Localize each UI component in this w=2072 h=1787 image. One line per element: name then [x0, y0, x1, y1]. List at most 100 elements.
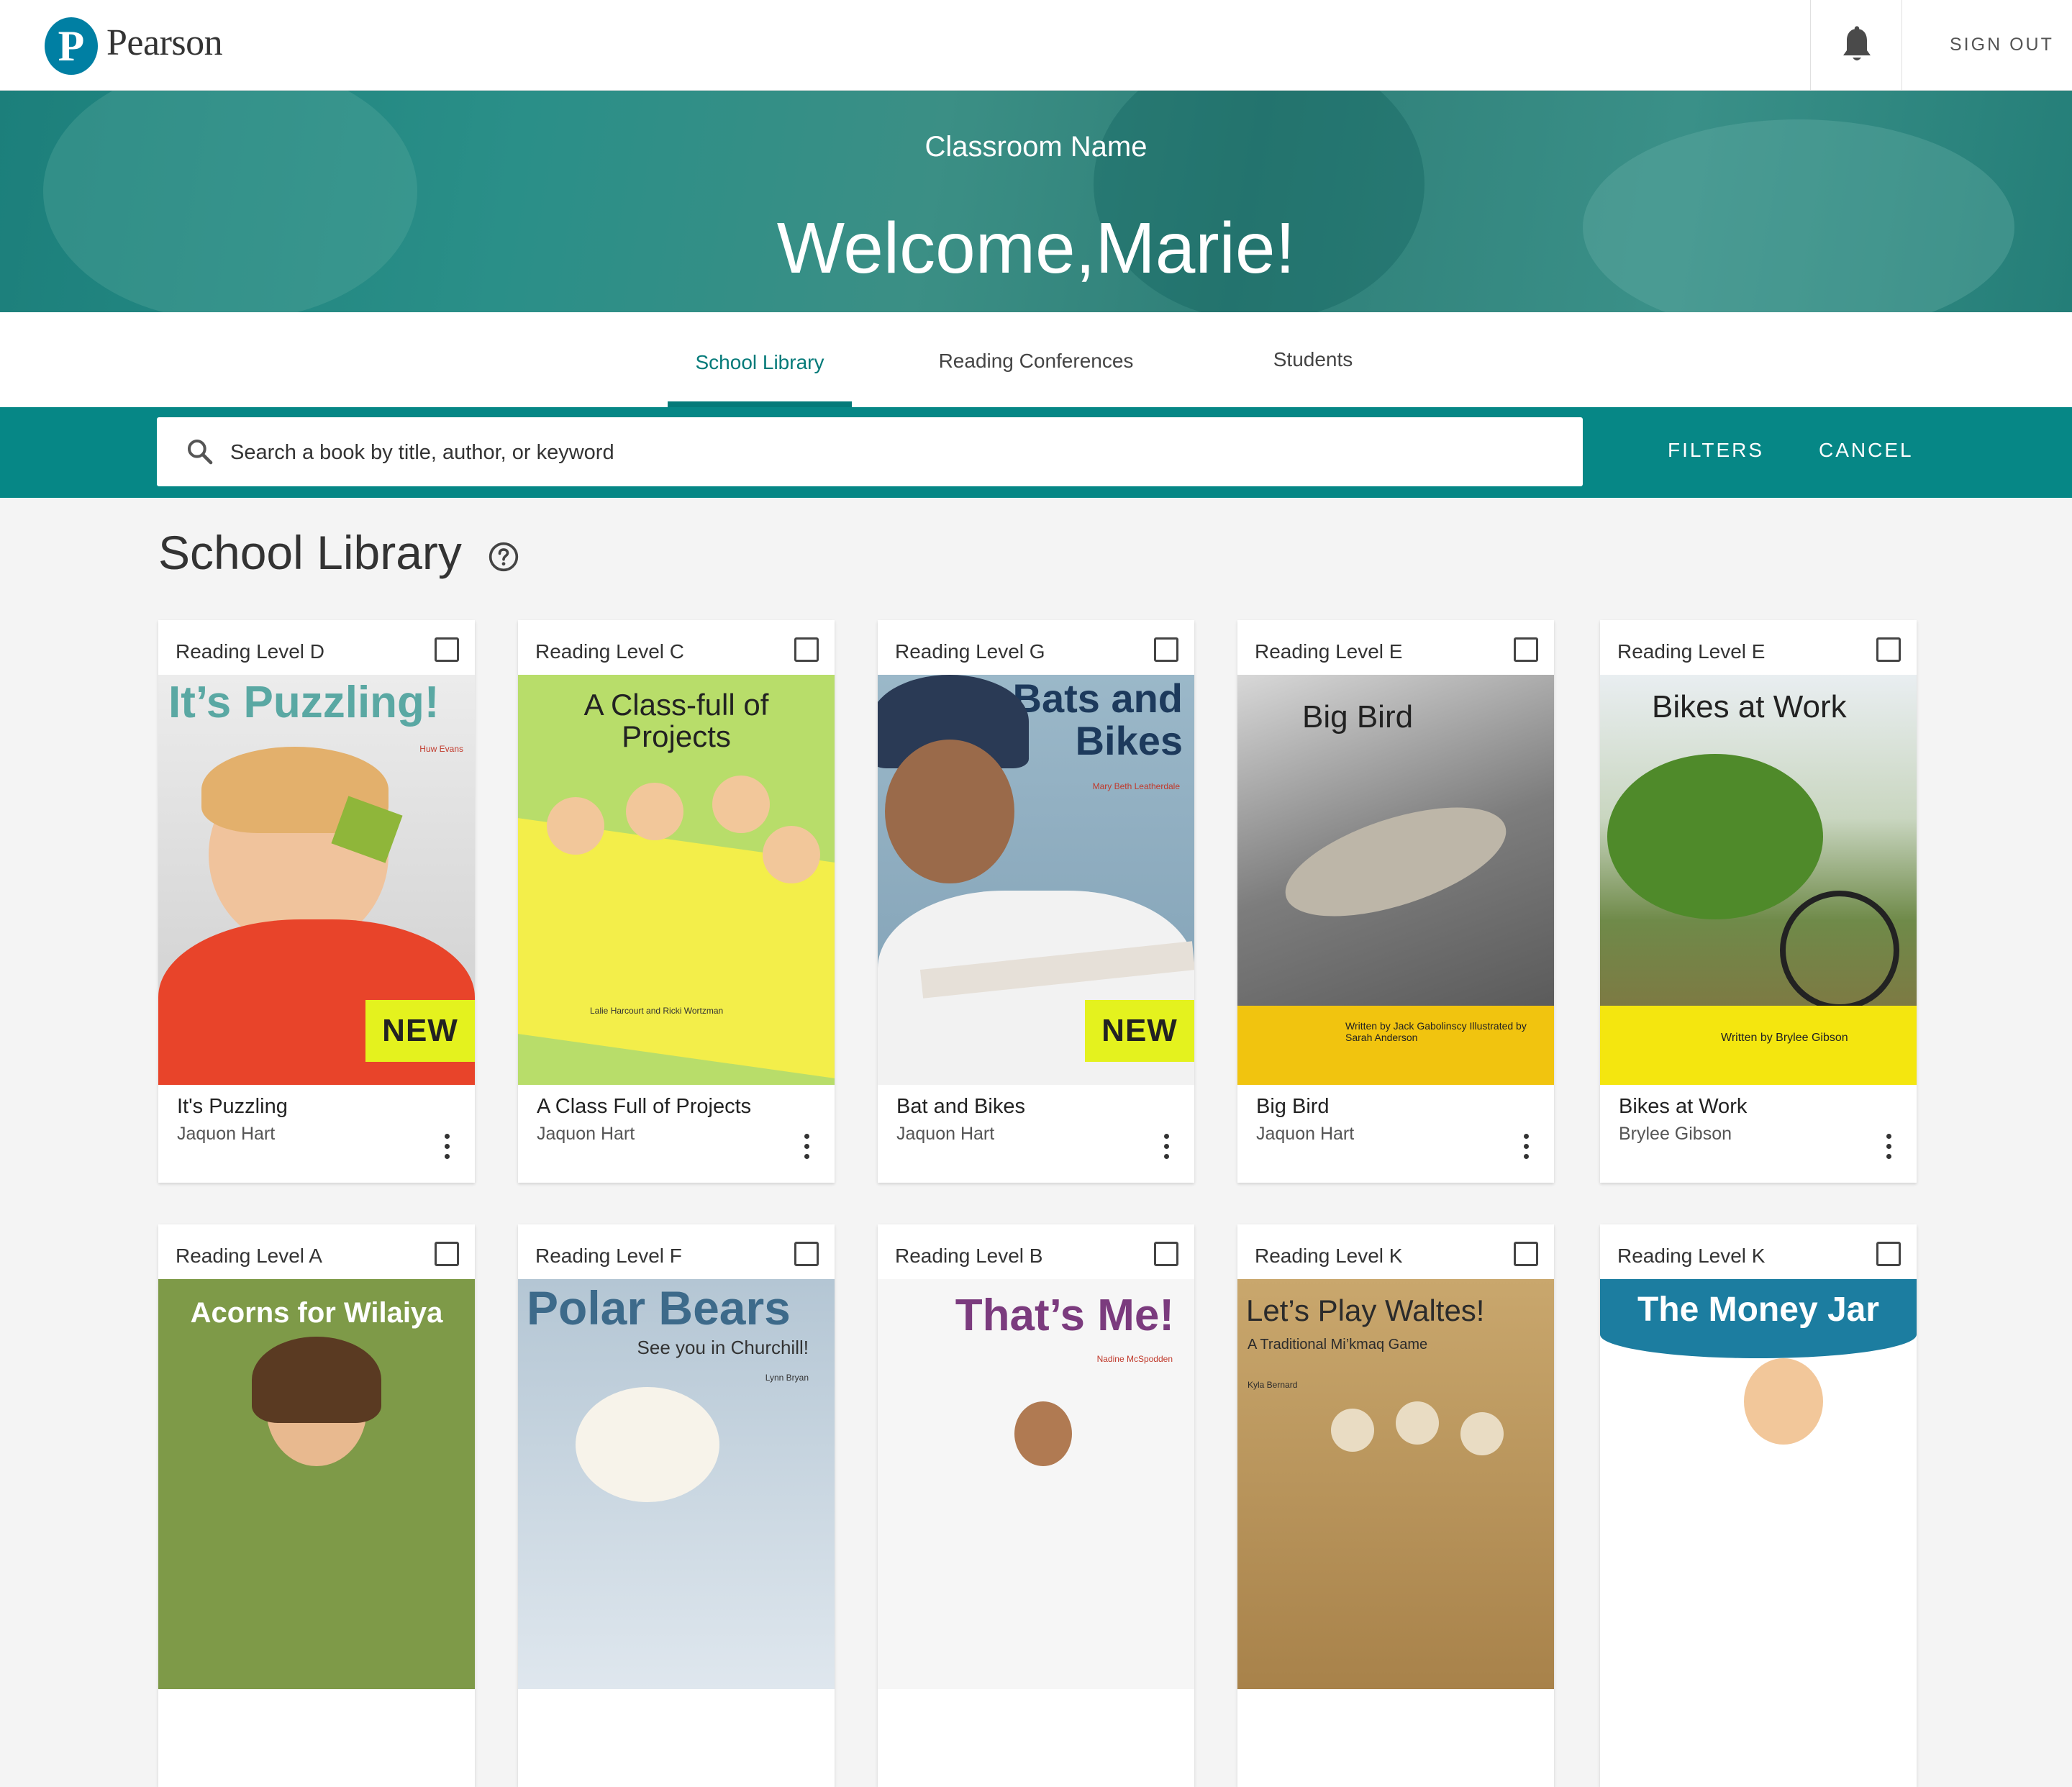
- tab-school-library[interactable]: School Library: [668, 351, 852, 374]
- cover-author: Written by Brylee Gibson: [1721, 1032, 1848, 1044]
- select-checkbox[interactable]: [794, 637, 819, 662]
- more-vert-icon[interactable]: [1886, 1134, 1892, 1163]
- boy-face-shape: [885, 740, 1014, 883]
- select-checkbox[interactable]: [1876, 1242, 1901, 1266]
- reading-level: Reading Level D: [176, 640, 325, 663]
- book-card[interactable]: Reading Level K The Money Jar: [1600, 1224, 1917, 1787]
- notifications-button[interactable]: [1810, 0, 1902, 91]
- hair-shape: [252, 1337, 381, 1423]
- cover-author: Nadine McSpodden: [1096, 1354, 1173, 1364]
- reading-level: Reading Level K: [1617, 1245, 1766, 1267]
- book-cover[interactable]: Polar Bears See you in Churchill! Lynn B…: [518, 1279, 835, 1689]
- book-card[interactable]: Reading Level E Big Bird Written by Jack…: [1237, 620, 1554, 1183]
- cover-author: Kyla Bernard: [1248, 1380, 1298, 1390]
- more-vert-icon[interactable]: [804, 1134, 810, 1163]
- cover-title: A Class-full of Projects: [583, 688, 769, 754]
- book-author: Jaquon Hart: [537, 1124, 635, 1144]
- book-cover[interactable]: That’s Me! Nadine McSpodden: [878, 1279, 1194, 1689]
- more-vert-icon[interactable]: [1164, 1134, 1170, 1163]
- bicycle-wheel-shape: [1780, 891, 1899, 1010]
- more-vert-icon[interactable]: [1524, 1134, 1530, 1163]
- book-cover[interactable]: Bikes at Work Written by Brylee Gibson: [1600, 675, 1917, 1085]
- book-author: Jaquon Hart: [1256, 1124, 1355, 1144]
- filters-button[interactable]: FILTERS: [1668, 439, 1764, 462]
- book-title: It's Puzzling: [177, 1095, 288, 1118]
- cover-title: Let’s Play Waltes!: [1246, 1293, 1485, 1327]
- new-badge: NEW: [365, 1000, 475, 1062]
- pearson-logo-icon[interactable]: P: [45, 17, 98, 75]
- select-checkbox[interactable]: [1514, 637, 1538, 662]
- cover-author: Lynn Bryan: [765, 1373, 809, 1383]
- book-title: A Class Full of Projects: [537, 1095, 752, 1118]
- reading-level: Reading Level A: [176, 1245, 322, 1267]
- kid-face-shape: [712, 776, 770, 833]
- welcome-banner: Classroom Name Welcome,Marie!: [0, 91, 2072, 312]
- cover-title: Polar Bears: [527, 1281, 791, 1334]
- brand-name[interactable]: Pearson: [106, 22, 223, 64]
- book-title: Bat and Bikes: [896, 1095, 1025, 1118]
- book-title: Bikes at Work: [1619, 1095, 1748, 1118]
- cover-subtitle: See you in Churchill!: [637, 1337, 809, 1358]
- book-cover[interactable]: A Class-full of Projects Lalie Harcourt …: [518, 675, 835, 1085]
- game-piece-shape: [1331, 1409, 1374, 1452]
- select-checkbox[interactable]: [435, 1242, 459, 1266]
- polar-bear-shape: [576, 1387, 719, 1502]
- reading-level: Reading Level C: [535, 640, 685, 663]
- reading-level: Reading Level G: [895, 640, 1045, 663]
- book-card[interactable]: Reading Level F Polar Bears See you in C…: [518, 1224, 835, 1787]
- book-card[interactable]: Reading Level D It’s Puzzling! Huw Evans…: [158, 620, 475, 1183]
- cover-author: Written by Jack Gabolinscy Illustrated b…: [1345, 1020, 1527, 1043]
- cover-subtitle: A Traditional Mi’kmaq Game: [1248, 1337, 1428, 1352]
- game-piece-shape: [1460, 1412, 1504, 1455]
- cancel-button[interactable]: CANCEL: [1819, 439, 1914, 462]
- reading-level: Reading Level F: [535, 1245, 682, 1267]
- book-cover[interactable]: Acorns for Wilaiya: [158, 1279, 475, 1689]
- help-icon[interactable]: [488, 541, 519, 573]
- active-tab-indicator: [668, 401, 852, 407]
- more-vert-icon[interactable]: [445, 1134, 450, 1163]
- book-card[interactable]: Reading Level G Bats and Bikes Mary Beth…: [878, 620, 1194, 1183]
- book-cover[interactable]: It’s Puzzling! Huw Evans NEW: [158, 675, 475, 1085]
- select-checkbox[interactable]: [1154, 1242, 1178, 1266]
- book-card[interactable]: Reading Level K Let’s Play Waltes! A Tra…: [1237, 1224, 1554, 1787]
- tab-reading-conferences[interactable]: Reading Conferences: [892, 350, 1180, 373]
- search-bar: FILTERS CANCEL: [0, 407, 2072, 498]
- kid-face-shape: [547, 797, 604, 855]
- reading-level: Reading Level B: [895, 1245, 1043, 1267]
- tab-students[interactable]: Students: [1223, 348, 1403, 371]
- coconut-pile-shape: [1607, 754, 1823, 919]
- cover-title: Acorns for Wilaiya: [190, 1297, 443, 1329]
- select-checkbox[interactable]: [1876, 637, 1901, 662]
- cover-title: Big Bird: [1302, 699, 1414, 735]
- book-card[interactable]: Reading Level E Bikes at Work Written by…: [1600, 620, 1917, 1183]
- book-cover[interactable]: Let’s Play Waltes! A Traditional Mi’kmaq…: [1237, 1279, 1554, 1689]
- book-author: Jaquon Hart: [177, 1124, 276, 1144]
- book-title: Big Bird: [1256, 1095, 1330, 1118]
- cover-title: The Money Jar: [1637, 1291, 1880, 1329]
- search-input[interactable]: [229, 430, 1570, 475]
- search-box: [157, 417, 1583, 486]
- cover-author: Lalie Harcourt and Ricki Wortzman: [590, 1006, 724, 1016]
- cover-title: It’s Puzzling!: [168, 678, 440, 727]
- book-cover[interactable]: The Money Jar: [1600, 1279, 1917, 1689]
- book-cover[interactable]: Bats and Bikes Mary Beth Leatherdale NEW: [878, 675, 1194, 1085]
- sign-out-link[interactable]: SIGN OUT: [1950, 35, 2054, 55]
- cover-yellow-band: [1600, 1006, 1917, 1085]
- book-author: Brylee Gibson: [1619, 1124, 1732, 1144]
- cover-author: Mary Beth Leatherdale: [1092, 781, 1180, 791]
- select-checkbox[interactable]: [1514, 1242, 1538, 1266]
- book-card[interactable]: Reading Level A Acorns for Wilaiya: [158, 1224, 475, 1787]
- cartoon-face-shape: [1744, 1358, 1823, 1445]
- select-checkbox[interactable]: [794, 1242, 819, 1266]
- cover-yellow-band: [1237, 1006, 1554, 1085]
- book-card[interactable]: Reading Level B That’s Me! Nadine McSpod…: [878, 1224, 1194, 1787]
- book-cover[interactable]: Big Bird Written by Jack Gabolinscy Illu…: [1237, 675, 1554, 1085]
- reading-level: Reading Level K: [1255, 1245, 1403, 1267]
- book-card[interactable]: Reading Level C A Class-full of Projects…: [518, 620, 835, 1183]
- select-checkbox[interactable]: [1154, 637, 1178, 662]
- kid-face-shape: [626, 783, 683, 840]
- classroom-name: Classroom Name: [924, 131, 1148, 163]
- book-author: Jaquon Hart: [896, 1124, 995, 1144]
- select-checkbox[interactable]: [435, 637, 459, 662]
- game-piece-shape: [1396, 1401, 1439, 1445]
